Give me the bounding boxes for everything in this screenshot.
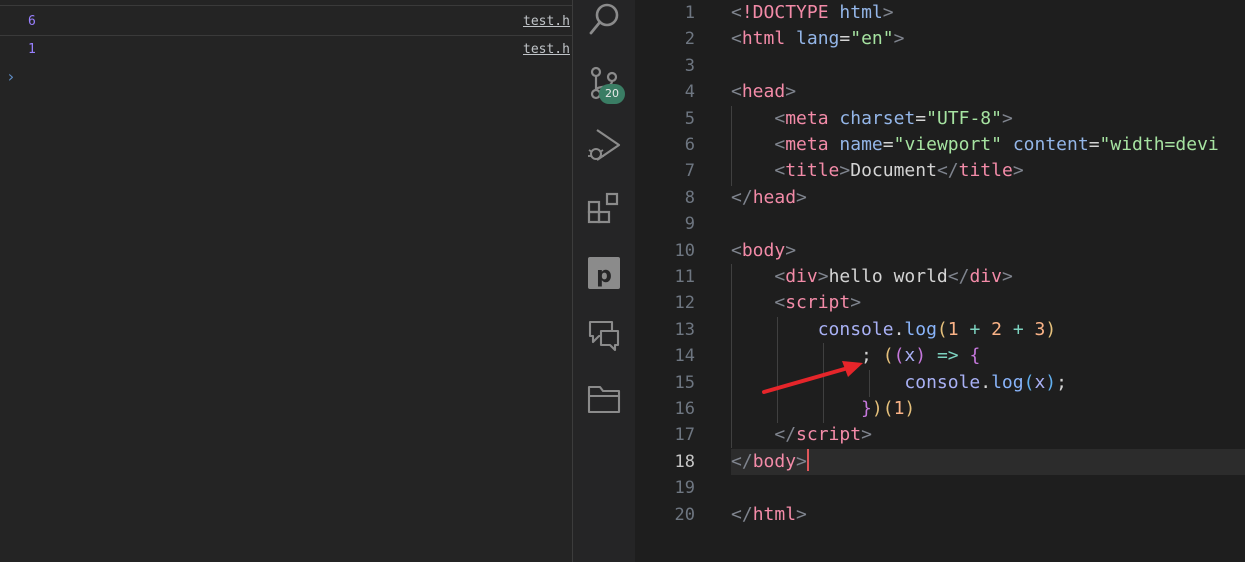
line-number: 15 bbox=[674, 372, 695, 393]
code-line: <head> bbox=[731, 81, 797, 103]
line-number: 17 bbox=[674, 425, 695, 446]
comments-icon[interactable] bbox=[585, 316, 623, 354]
console-log-row: 6 test.h bbox=[0, 8, 572, 36]
code-line: console.log(1 + 2 + 3) bbox=[817, 318, 1057, 340]
console-source-link[interactable]: test.h bbox=[523, 36, 570, 64]
line-number: 9 bbox=[684, 214, 695, 235]
code-line: <div>hello world</div> bbox=[774, 266, 1013, 287]
code-line: </html> bbox=[731, 503, 807, 525]
code-line: })(1) bbox=[861, 398, 916, 419]
line-number: 3 bbox=[684, 55, 695, 76]
code-line: </script> bbox=[774, 424, 872, 446]
devtools-console: 6 test.h 1 test.h › bbox=[0, 0, 573, 562]
folder-icon[interactable] bbox=[585, 380, 623, 418]
code-line: <html lang="en"> bbox=[731, 28, 905, 50]
line-number: 1 bbox=[684, 3, 695, 23]
text-cursor bbox=[806, 448, 809, 471]
code-line: <meta name="viewport" content="width=dev… bbox=[774, 134, 1219, 155]
console-log-value: 1 bbox=[28, 42, 36, 57]
code-line: <body> bbox=[731, 239, 797, 261]
code-line: <!DOCTYPE html> bbox=[731, 2, 894, 23]
console-source-link[interactable]: test.h bbox=[523, 8, 570, 36]
line-number: 10 bbox=[674, 240, 695, 261]
line-number: 20 bbox=[674, 504, 695, 525]
console-top-divider bbox=[0, 0, 572, 6]
line-number: 13 bbox=[674, 319, 695, 340]
line-number: 16 bbox=[674, 399, 695, 419]
line-number: 11 bbox=[674, 267, 695, 287]
line-number: 8 bbox=[684, 187, 695, 208]
console-log-row: 1 test.h bbox=[0, 36, 572, 64]
console-log-value: 6 bbox=[28, 14, 36, 29]
line-number: 5 bbox=[684, 108, 695, 129]
line-number: 2 bbox=[684, 29, 695, 50]
extensions-icon[interactable] bbox=[585, 190, 623, 228]
code-line: <script> bbox=[774, 292, 862, 314]
line-number: 6 bbox=[684, 135, 695, 155]
line-number: 4 bbox=[684, 82, 695, 103]
p-extension-icon[interactable]: p bbox=[585, 254, 623, 292]
console-prompt-chevron-icon[interactable]: › bbox=[6, 68, 16, 86]
code-editor[interactable]: 1 2 3 4 5 6 7 8 9 10 11 12 13 14 15 16 1… bbox=[635, 0, 1245, 562]
search-icon[interactable] bbox=[585, 0, 623, 38]
code-line: <title>Document</title> bbox=[774, 160, 1024, 182]
annotation-arrow-icon bbox=[762, 361, 863, 394]
run-debug-icon[interactable] bbox=[585, 126, 623, 164]
line-number: 7 bbox=[684, 161, 695, 182]
line-number: 14 bbox=[674, 346, 695, 367]
line-number: 12 bbox=[674, 293, 695, 314]
code-line: </head> bbox=[731, 186, 807, 208]
code-line-active: </body> bbox=[731, 448, 809, 472]
svg-text:p: p bbox=[596, 263, 612, 288]
source-control-badge: 20 bbox=[599, 84, 625, 104]
active-line-number: 18 bbox=[674, 451, 695, 472]
line-number: 19 bbox=[674, 478, 695, 499]
code-line: <meta charset="UTF-8"> bbox=[774, 107, 1013, 129]
